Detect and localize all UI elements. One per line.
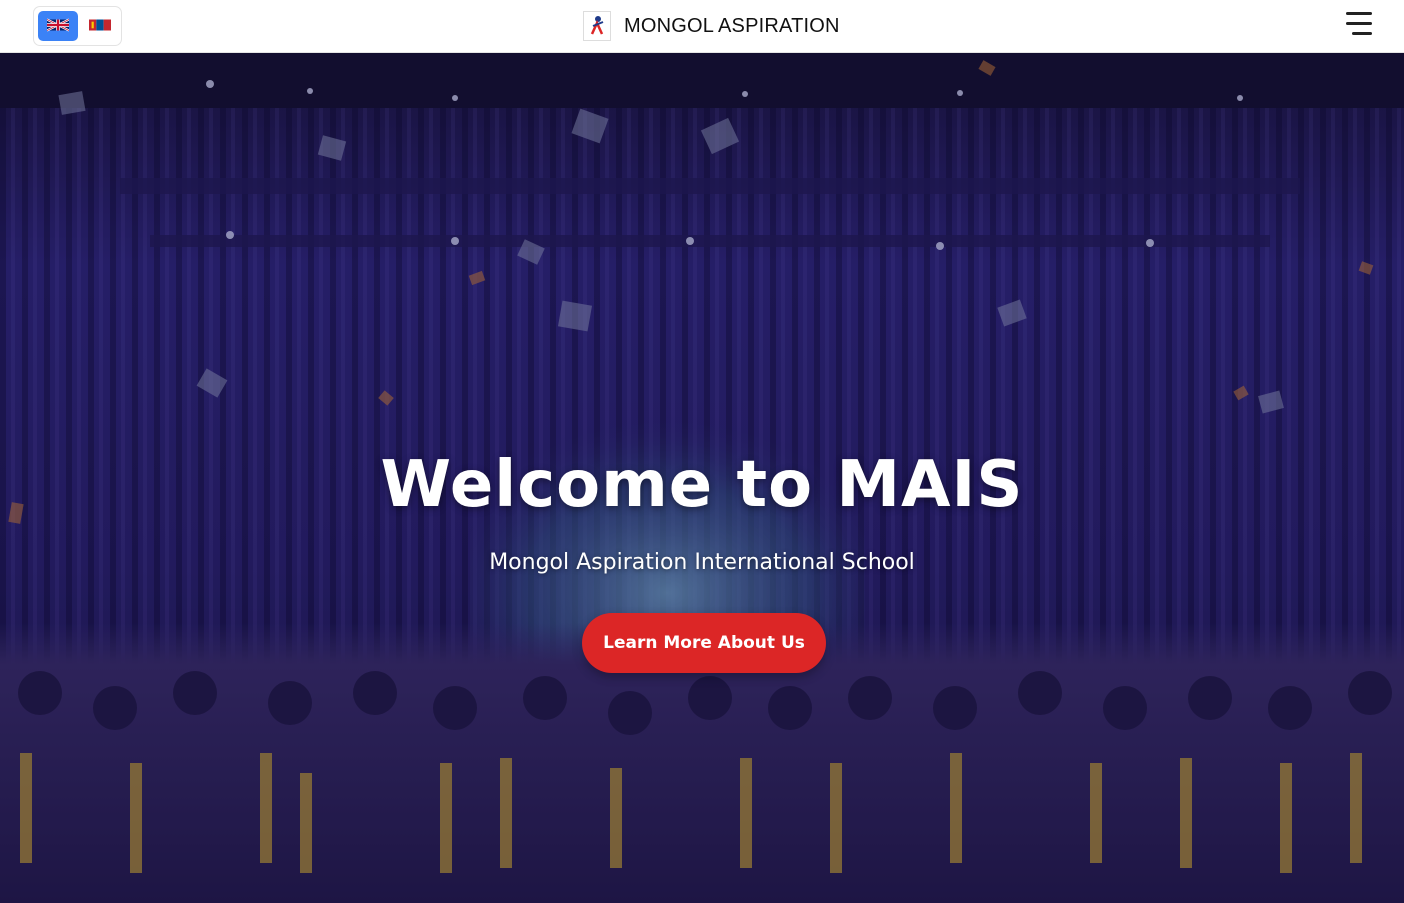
mongolia-flag-icon <box>89 17 111 36</box>
hero-subtitle: Mongol Aspiration International School <box>489 550 915 575</box>
brand-title: MONGOL ASPIRATION <box>624 14 840 37</box>
hero-title: Welcome to MAIS <box>380 448 1024 522</box>
hero-section: Welcome to MAIS Mongol Aspiration Intern… <box>0 53 1404 903</box>
school-logo <box>583 11 611 41</box>
language-english-button[interactable] <box>38 11 78 41</box>
learn-more-button[interactable]: Learn More About Us <box>582 613 826 673</box>
language-mongolian-button[interactable] <box>80 11 120 41</box>
hamburger-menu-icon[interactable] <box>1342 10 1372 38</box>
uk-flag-icon <box>46 17 70 36</box>
top-navbar: MONGOL ASPIRATION <box>0 0 1404 53</box>
language-switcher <box>33 6 122 46</box>
brand-home-link[interactable]: MONGOL ASPIRATION <box>583 10 840 42</box>
